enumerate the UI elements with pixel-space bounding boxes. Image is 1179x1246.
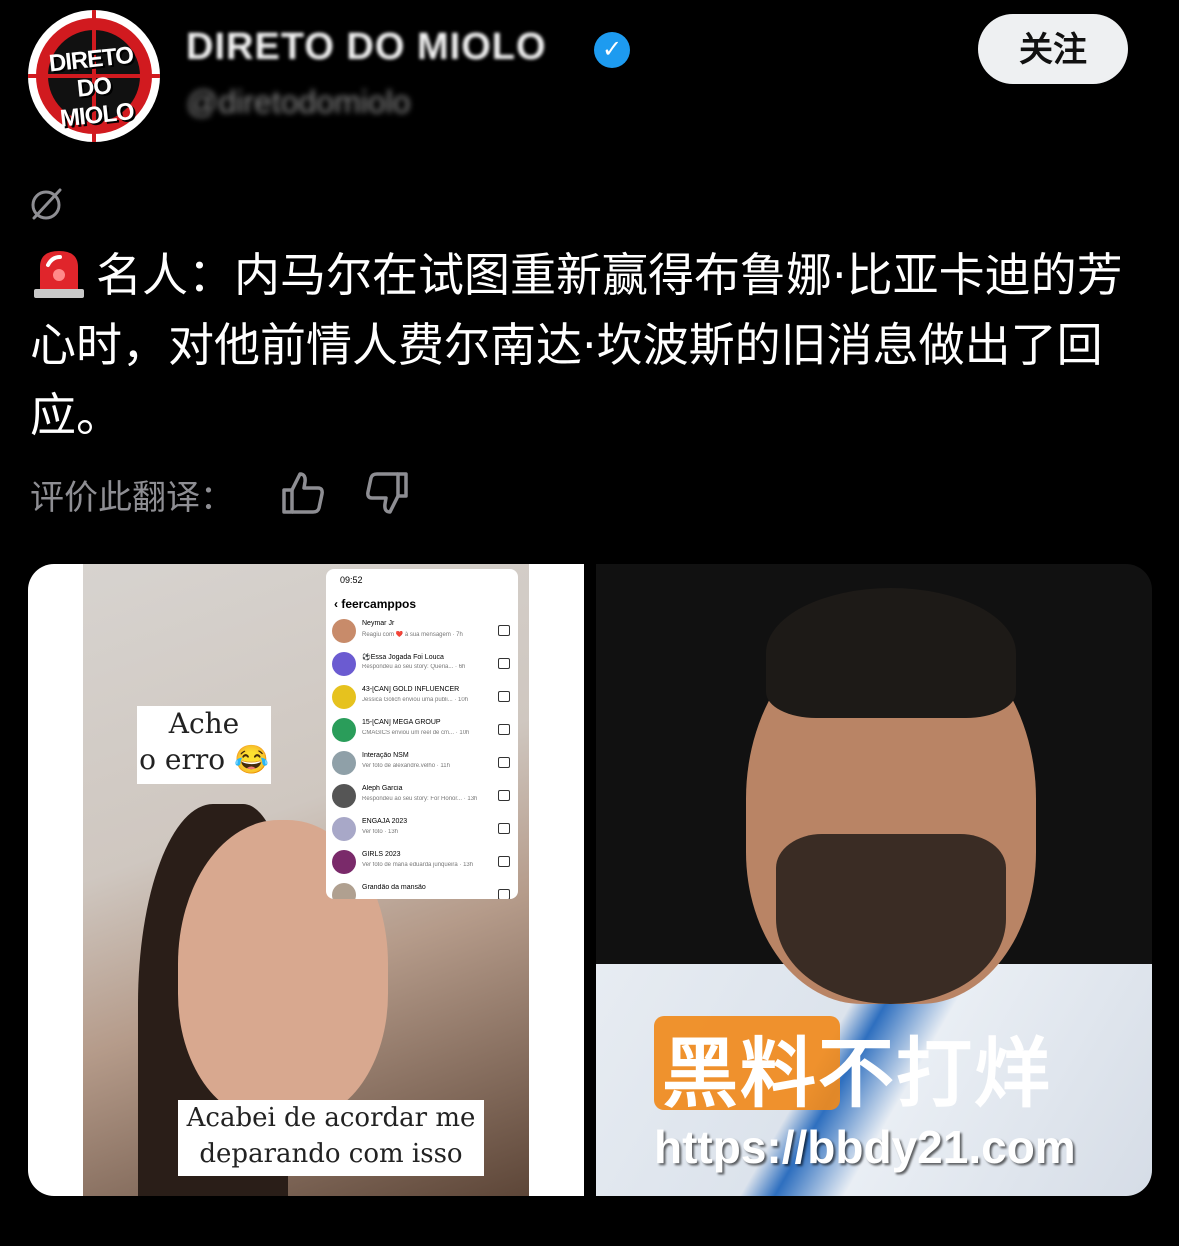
verified-badge-icon: ✓ xyxy=(594,32,630,68)
phone-message-row: ENGAJA 2023 Ver foto · 13h xyxy=(326,813,518,846)
caption-bottom-line2: deparando com isso xyxy=(199,1139,463,1169)
caption-top: Ache o erro 😂 xyxy=(137,706,271,784)
camera-icon xyxy=(498,823,510,834)
phone-row-subtitle: CMAGICS enviou um reel de cm... · 10h xyxy=(362,730,470,736)
phone-message-row: GIRLS 2023 Ver foto de maria eduarda junq… xyxy=(326,846,518,879)
phone-row-title: Aleph Garcia xyxy=(362,785,403,792)
phone-row-avatar xyxy=(332,817,356,841)
avatar[interactable]: DIRETO DO MIOLO xyxy=(28,10,160,142)
camera-icon xyxy=(498,724,510,735)
thumbs-down-icon[interactable] xyxy=(364,470,410,516)
tweet-text: 名人：内马尔在试图重新赢得布鲁娜·比亚卡迪的芳心时，对他前情人费尔南达·坎波斯的… xyxy=(30,240,1155,450)
phone-row-avatar xyxy=(332,619,356,643)
phone-row-avatar xyxy=(332,883,356,899)
phone-row-avatar xyxy=(332,685,356,709)
avatar-logo-line2: DO MIOLO xyxy=(58,72,135,133)
phone-row-subtitle: Respondeu ao seu story: For Honor... · 1… xyxy=(362,796,478,802)
camera-icon xyxy=(498,856,510,867)
phone-message-row: Grandão da mansão xyxy=(326,879,518,899)
phone-row-title: ENGAJA 2023 xyxy=(362,818,408,825)
display-name[interactable]: DIRETO DO MIOLO xyxy=(186,26,547,69)
phone-message-row: Interação NSM Ver foto de alexandre.velho… xyxy=(326,747,518,780)
phone-row-avatar xyxy=(332,718,356,742)
phone-row-subtitle: Jessica Golich enviou uma publi... · 10h xyxy=(362,697,469,703)
siren-icon xyxy=(34,251,84,298)
phone-row-avatar xyxy=(332,751,356,775)
camera-icon xyxy=(498,625,510,636)
tweet-body: 名人：内马尔在试图重新赢得布鲁娜·比亚卡迪的芳心时，对他前情人费尔南达·坎波斯的… xyxy=(30,248,1123,442)
phone-message-row: 43-[CAN] GOLD INFLUENCER Jessica Golich e… xyxy=(326,681,518,714)
phone-row-title: Grandão da mansão xyxy=(362,884,426,891)
phone-row-avatar xyxy=(332,652,356,676)
phone-row-avatar xyxy=(332,850,356,874)
watermark-part2: 不打烊 xyxy=(818,1029,1052,1118)
phone-message-row: Aleph Garcia Respondeu ao seu story: For … xyxy=(326,780,518,813)
phone-time: 09:52 xyxy=(340,575,363,585)
caption-top-line2: o erro 😂 xyxy=(139,743,269,776)
phone-row-title: ⚽Essa Jogada Foi Louca xyxy=(362,654,444,661)
phone-row-avatar xyxy=(332,784,356,808)
phone-row-subtitle: Ver foto de maria eduarda junqueira · 13… xyxy=(362,862,474,868)
phone-row-subtitle: Reagiu com ❤️ à sua mensagem · 7h xyxy=(362,632,463,638)
phone-row-title: Neymar Jr xyxy=(362,620,395,627)
media-image-left[interactable]: Ache o erro 😂 09:52 ‹ feercamppos Neymar… xyxy=(28,564,584,1196)
avatar-logo: DIRETO DO MIOLO xyxy=(34,40,154,135)
phone-message-row: 15-[CAN] MEGA GROUP CMAGICS enviou um ree… xyxy=(326,714,518,747)
globe-slash-icon xyxy=(31,188,62,220)
photo-hair xyxy=(766,588,1016,718)
caption-bottom-line1: Acabei de acordar me xyxy=(186,1103,476,1133)
phone-message-row: Neymar Jr Reagiu com ❤️ à sua mensagem · … xyxy=(326,615,518,648)
caption-top-line1: Ache xyxy=(168,707,240,740)
phone-screenshot: 09:52 ‹ feercamppos Neymar Jr Reagiu com … xyxy=(326,569,518,899)
thumbs-up-icon[interactable] xyxy=(280,470,326,516)
follow-button[interactable]: 关注 xyxy=(978,14,1128,84)
watermark-title: 黑料不打烊 xyxy=(662,1012,1052,1122)
camera-icon xyxy=(498,790,510,801)
phone-message-list: Neymar Jr Reagiu com ❤️ à sua mensagem · … xyxy=(326,615,518,899)
phone-row-title: 15-[CAN] MEGA GROUP xyxy=(362,719,441,726)
camera-icon xyxy=(498,889,510,899)
camera-icon xyxy=(498,757,510,768)
phone-row-subtitle: Ver foto · 13h xyxy=(362,829,399,835)
watermark-part1: 黑料 xyxy=(662,1029,818,1118)
phone-row-subtitle: Ver foto de alexandre.velho · 11h xyxy=(362,763,450,769)
watermark-url: https://bbdy21.com xyxy=(654,1121,1076,1173)
media-image-right[interactable]: 黑料不打烊 https://bbdy21.com xyxy=(596,564,1152,1196)
photo-beard xyxy=(776,834,1006,1004)
user-handle[interactable]: @diretodomiolo xyxy=(186,84,411,121)
caption-bottom: Acabei de acordar me deparando com isso xyxy=(178,1100,484,1176)
rate-translation-label: 评价此翻译： xyxy=(30,478,234,518)
phone-row-title: GIRLS 2023 xyxy=(362,851,401,858)
camera-icon xyxy=(498,658,510,669)
phone-row-title: 43-[CAN] GOLD INFLUENCER xyxy=(362,686,460,693)
phone-row-subtitle: Respondeu ao seu story: Queria... · 6h xyxy=(362,664,466,670)
phone-row-title: Interação NSM xyxy=(362,752,409,759)
camera-icon xyxy=(498,691,510,702)
phone-message-row: ⚽Essa Jogada Foi Louca Respondeu ao seu s… xyxy=(326,648,518,681)
phone-username: ‹ feercamppos xyxy=(334,597,417,611)
